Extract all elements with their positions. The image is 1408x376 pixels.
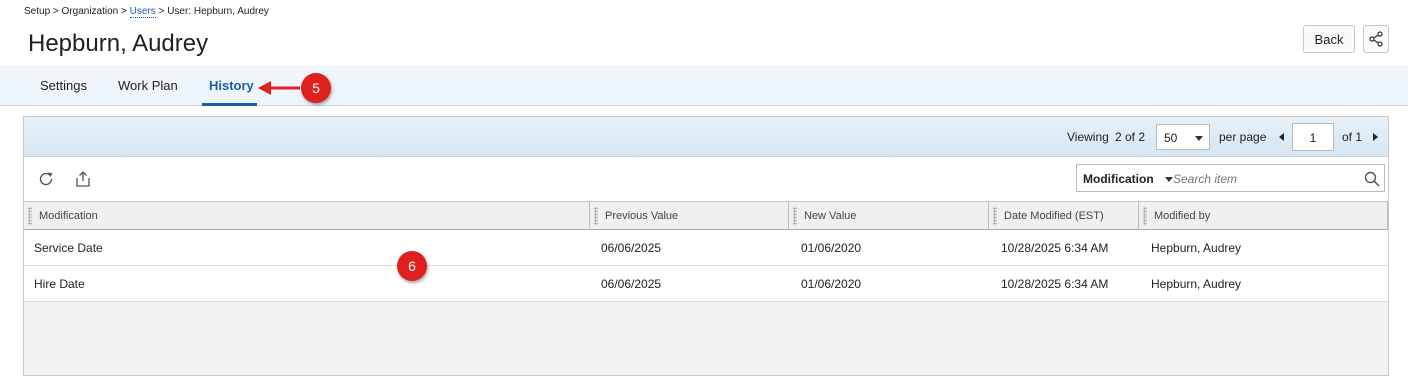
chevron-down-icon xyxy=(1195,136,1203,141)
cell-date-modified: 10/28/2025 6:34 AM xyxy=(1001,241,1109,255)
cell-date-modified: 10/28/2025 6:34 AM xyxy=(1001,277,1109,291)
back-button[interactable]: Back xyxy=(1303,25,1355,53)
breadcrumb: Setup > Organization > Users > User: Hep… xyxy=(24,6,269,18)
page-title: Hepburn, Audrey xyxy=(28,30,209,57)
pagination-bar: Viewing 2 of 2 50 per page 1 of 1 xyxy=(24,117,1388,157)
column-grip-icon[interactable] xyxy=(993,207,997,225)
next-page-icon[interactable] xyxy=(1373,133,1378,141)
tab-bar: Settings Work Plan History xyxy=(0,66,1408,106)
column-header-modification[interactable]: Modification xyxy=(24,202,590,230)
column-grip-icon[interactable] xyxy=(793,207,797,225)
breadcrumb-setup[interactable]: Setup xyxy=(24,6,50,17)
tab-settings[interactable]: Settings xyxy=(40,78,87,93)
grid-toolbar: Modification xyxy=(24,157,1388,201)
share-icon xyxy=(1369,31,1383,47)
tab-work-plan[interactable]: Work Plan xyxy=(118,78,178,93)
viewing-count: 2 of 2 xyxy=(1115,130,1146,144)
breadcrumb-separator: > xyxy=(52,6,59,17)
table-header: Modification Previous Value New Value Da… xyxy=(24,201,1388,230)
callout-badge-5: 5 xyxy=(301,73,331,103)
search-icon[interactable] xyxy=(1363,170,1381,188)
cell-new-value: 01/06/2020 xyxy=(801,277,862,291)
page-number-input[interactable]: 1 xyxy=(1292,123,1334,151)
column-header-new-value[interactable]: New Value xyxy=(789,202,989,230)
tab-history[interactable]: History xyxy=(209,78,254,93)
page-total-label: of 1 xyxy=(1342,130,1363,144)
search-input[interactable] xyxy=(1173,169,1353,189)
callout-arrow-icon xyxy=(258,81,300,95)
cell-modification: Hire Date xyxy=(34,277,85,291)
column-header-label: Date Modified (EST) xyxy=(1004,210,1104,222)
column-grip-icon[interactable] xyxy=(594,207,598,225)
breadcrumb-separator: > xyxy=(158,6,165,17)
column-header-label: Previous Value xyxy=(605,210,679,222)
cell-previous-value: 06/06/2025 xyxy=(601,277,662,291)
breadcrumb-users-link[interactable]: Users xyxy=(129,6,156,18)
viewing-label: Viewing xyxy=(1067,130,1109,144)
breadcrumb-organization[interactable]: Organization xyxy=(62,6,119,17)
callout-badge-6: 6 xyxy=(397,251,427,281)
column-header-previous-value[interactable]: Previous Value xyxy=(590,202,789,230)
column-header-label: New Value xyxy=(804,210,857,222)
cell-modified-by: Hepburn, Audrey xyxy=(1151,277,1242,291)
column-header-label: Modified by xyxy=(1154,210,1211,222)
share-button[interactable] xyxy=(1363,25,1389,53)
table-row[interactable]: Hire Date 06/06/2025 01/06/2020 10/28/20… xyxy=(24,266,1388,302)
table-row[interactable]: Service Date 06/06/2025 01/06/2020 10/28… xyxy=(24,230,1388,266)
cell-new-value: 01/06/2020 xyxy=(801,241,862,255)
column-header-modified-by[interactable]: Modified by xyxy=(1139,202,1388,230)
breadcrumb-separator: > xyxy=(121,6,127,17)
breadcrumb-current: User: Hepburn, Audrey xyxy=(167,6,269,17)
cell-modification: Service Date xyxy=(34,241,103,255)
search-box: Modification xyxy=(1076,164,1385,192)
column-header-date-modified[interactable]: Date Modified (EST) xyxy=(989,202,1139,230)
page-size-value: 50 xyxy=(1164,131,1178,145)
column-grip-icon[interactable] xyxy=(28,207,32,225)
refresh-icon[interactable] xyxy=(37,170,55,188)
column-grip-icon[interactable] xyxy=(1143,207,1147,225)
active-tab-indicator xyxy=(202,103,257,106)
cell-previous-value: 06/06/2025 xyxy=(601,241,662,255)
chevron-down-icon[interactable] xyxy=(1165,177,1173,182)
page-size-select[interactable]: 50 xyxy=(1156,124,1210,150)
history-panel: Viewing 2 of 2 50 per page 1 of 1 Modifi… xyxy=(23,116,1389,376)
column-header-label: Modification xyxy=(39,210,98,222)
cell-modified-by: Hepburn, Audrey xyxy=(1151,241,1242,255)
per-page-label: per page xyxy=(1219,130,1267,144)
previous-page-icon[interactable] xyxy=(1279,133,1284,141)
export-icon[interactable] xyxy=(74,170,92,188)
search-filter-select[interactable]: Modification xyxy=(1083,172,1154,186)
